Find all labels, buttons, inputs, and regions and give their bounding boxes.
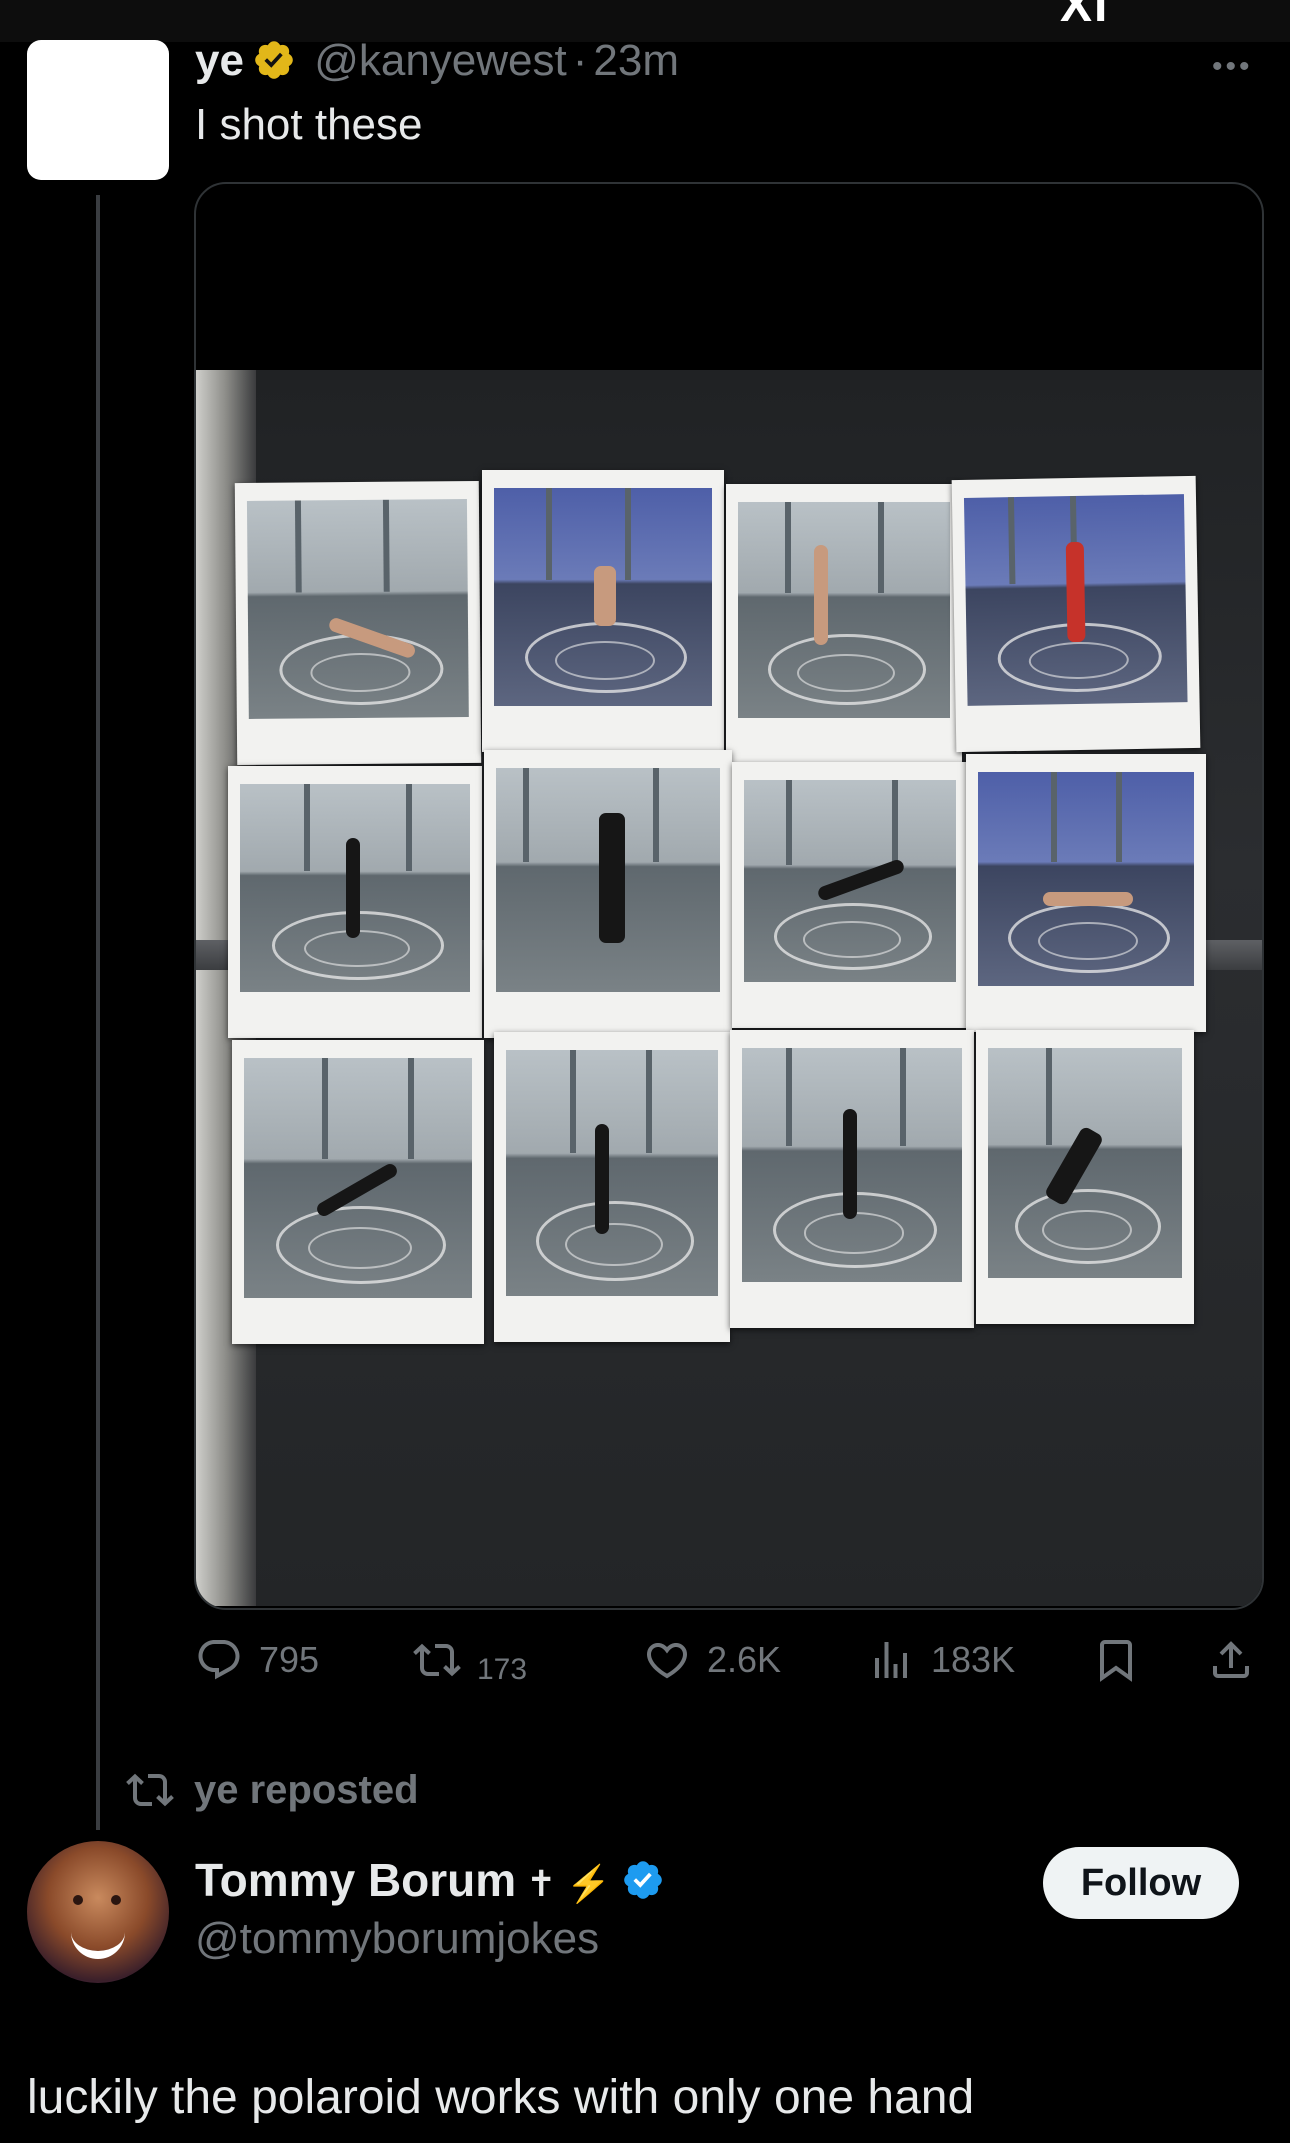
polaroid-photo [196, 370, 1262, 1606]
tweet-actions: 795 173 2.6K 183K [195, 1630, 1265, 1690]
like-button[interactable]: 2.6K [643, 1630, 781, 1690]
polaroid-6 [484, 750, 732, 1038]
bookmark-icon [1100, 1640, 1132, 1682]
tweet-media[interactable] [194, 182, 1264, 1610]
share-button[interactable] [1207, 1630, 1271, 1690]
polaroid-3 [726, 484, 962, 764]
reply-button[interactable]: 795 [195, 1630, 319, 1690]
separator-dot: · [572, 36, 588, 85]
polaroid-9 [232, 1040, 484, 1344]
polaroid-1 [234, 480, 482, 766]
avatar-smile [71, 1929, 125, 1959]
top-bar-glyph: XI [1060, 0, 1110, 32]
repost-count: 173 [477, 1653, 528, 1684]
avatar-tommy[interactable] [27, 1841, 169, 1983]
handle[interactable]: @kanyewest [314, 36, 567, 85]
verified-blue-icon [624, 1861, 662, 1899]
reply-icon [198, 1640, 240, 1680]
reposted-handle[interactable]: @tommyborumjokes [195, 1912, 599, 1966]
reply-count: 795 [259, 1639, 320, 1680]
display-name[interactable]: ye [195, 36, 244, 85]
tweet-text: I shot these [195, 100, 423, 149]
repost-icon [126, 1773, 174, 1807]
reposted-author-row: Tommy Borum ✝ ⚡ [195, 1852, 665, 1912]
tweet-header: ye @kanyewest · 23m [195, 34, 679, 88]
polaroid-5 [228, 766, 482, 1038]
repost-label: ye reposted [194, 1767, 419, 1812]
share-icon [1213, 1641, 1249, 1678]
repost-button[interactable]: 173 [413, 1630, 527, 1690]
polaroid-8 [966, 754, 1206, 1032]
avatar-ye[interactable] [27, 40, 169, 180]
reposted-tweet-text: luckily the polaroid works with only one… [27, 2071, 975, 2124]
views-icon [875, 1642, 907, 1678]
thread-line [96, 195, 100, 1830]
name-emojis: ✝ ⚡ [526, 1863, 612, 1904]
polaroid-7 [732, 762, 968, 1028]
repost-context[interactable]: ye reposted [126, 1760, 419, 1820]
avatar-eyes [67, 1895, 129, 1905]
polaroid-12 [976, 1030, 1194, 1324]
repost-icon [413, 1643, 461, 1677]
like-count: 2.6K [707, 1639, 782, 1680]
verified-gold-icon [255, 41, 293, 79]
views-count: 183K [931, 1639, 1016, 1680]
timestamp[interactable]: 23m [593, 36, 679, 85]
views-button[interactable]: 183K [867, 1630, 1015, 1690]
bookmark-button[interactable] [1092, 1630, 1156, 1690]
polaroid-10 [494, 1032, 730, 1342]
polaroid-4 [951, 475, 1201, 753]
polaroid-11 [730, 1030, 974, 1328]
follow-button[interactable]: Follow [1043, 1847, 1239, 1919]
polaroid-2 [482, 470, 724, 752]
reposted-display-name[interactable]: Tommy Borum [195, 1854, 516, 1906]
more-options-icon[interactable]: ••• [1212, 50, 1253, 84]
like-icon [646, 1643, 688, 1679]
